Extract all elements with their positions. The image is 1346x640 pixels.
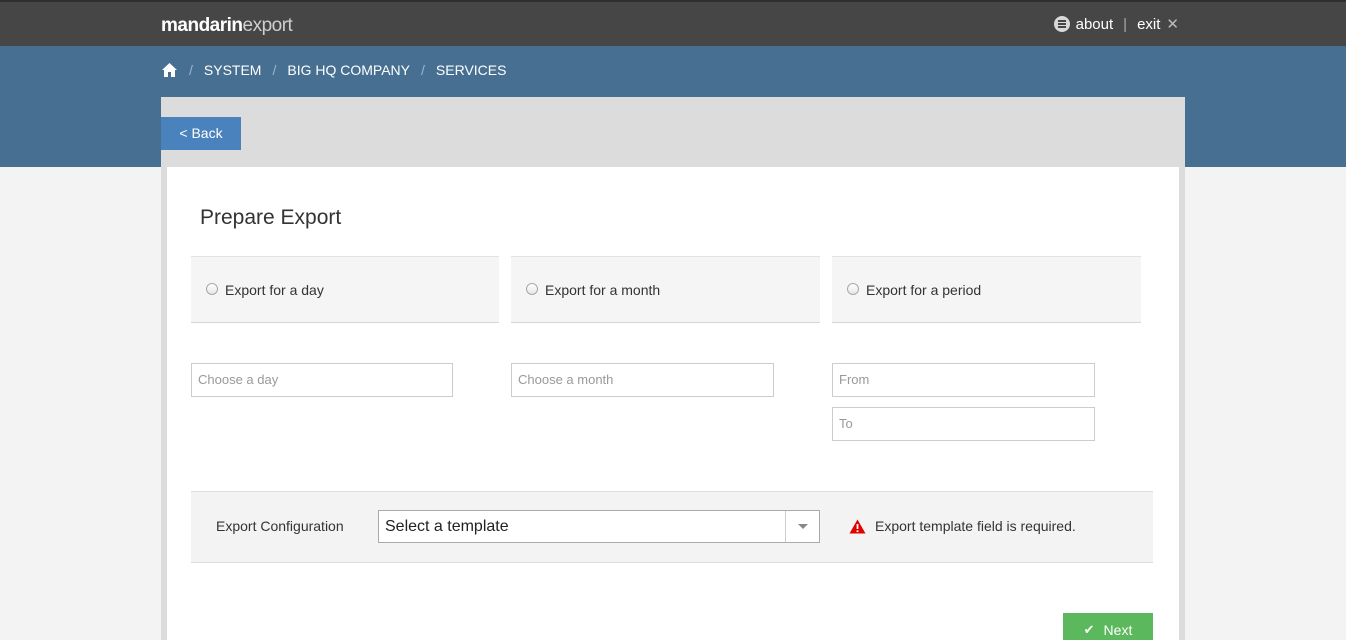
- radio-export-month[interactable]: [526, 283, 538, 295]
- error-message: Export template field is required.: [875, 518, 1076, 534]
- export-config-label: Export Configuration: [216, 518, 344, 534]
- nav-separator: |: [1123, 15, 1128, 33]
- option-export-month[interactable]: Export for a month: [511, 256, 820, 323]
- logo-light-text: export: [242, 15, 293, 36]
- option-label-day: Export for a day: [225, 282, 324, 298]
- day-input[interactable]: Choose a day: [191, 363, 453, 397]
- option-label-period: Export for a period: [866, 282, 982, 298]
- radio-export-period[interactable]: [847, 283, 859, 295]
- close-icon[interactable]: ✕: [1166, 15, 1179, 33]
- breadcrumb: / SYSTEM / BIG HQ COMPANY / SERVICES: [161, 62, 506, 78]
- option-label-month: Export for a month: [545, 282, 661, 298]
- to-input[interactable]: To: [832, 407, 1095, 441]
- back-button[interactable]: < Back: [161, 117, 241, 150]
- logo-bold-text: mandarin: [161, 15, 243, 36]
- validation-error: Export template field is required.: [849, 518, 1076, 534]
- breadcrumb-separator: /: [421, 62, 425, 78]
- template-select[interactable]: Select a template: [378, 510, 820, 543]
- breadcrumb-item-system[interactable]: SYSTEM: [204, 62, 262, 78]
- about-link[interactable]: about: [1076, 16, 1114, 33]
- chevron-down-icon[interactable]: [785, 511, 819, 542]
- next-button-label: Next: [1103, 622, 1133, 638]
- option-export-day[interactable]: Export for a day: [191, 256, 499, 323]
- radio-export-day[interactable]: [206, 283, 218, 295]
- exit-link[interactable]: exit: [1137, 16, 1160, 33]
- main-panel: [161, 167, 1185, 640]
- option-export-period[interactable]: Export for a period: [832, 256, 1141, 323]
- page-title: Prepare Export: [200, 206, 342, 229]
- check-icon: ✔: [1083, 622, 1095, 637]
- breadcrumb-item-services[interactable]: SERVICES: [436, 62, 507, 78]
- home-icon[interactable]: [161, 62, 178, 78]
- panel-header: [161, 97, 1185, 167]
- next-button[interactable]: ✔ Next: [1063, 613, 1153, 640]
- breadcrumb-item-company[interactable]: BIG HQ COMPANY: [287, 62, 410, 78]
- app-logo[interactable]: mandarinexport: [161, 15, 293, 37]
- warning-icon: [849, 519, 866, 533]
- from-input[interactable]: From: [832, 363, 1095, 397]
- top-nav: about | exit ✕: [1053, 15, 1179, 33]
- about-icon[interactable]: [1053, 16, 1070, 32]
- template-select-value: Select a template: [385, 518, 509, 535]
- breadcrumb-separator: /: [272, 62, 277, 78]
- month-input[interactable]: Choose a month: [511, 363, 774, 397]
- breadcrumb-separator: /: [189, 62, 193, 78]
